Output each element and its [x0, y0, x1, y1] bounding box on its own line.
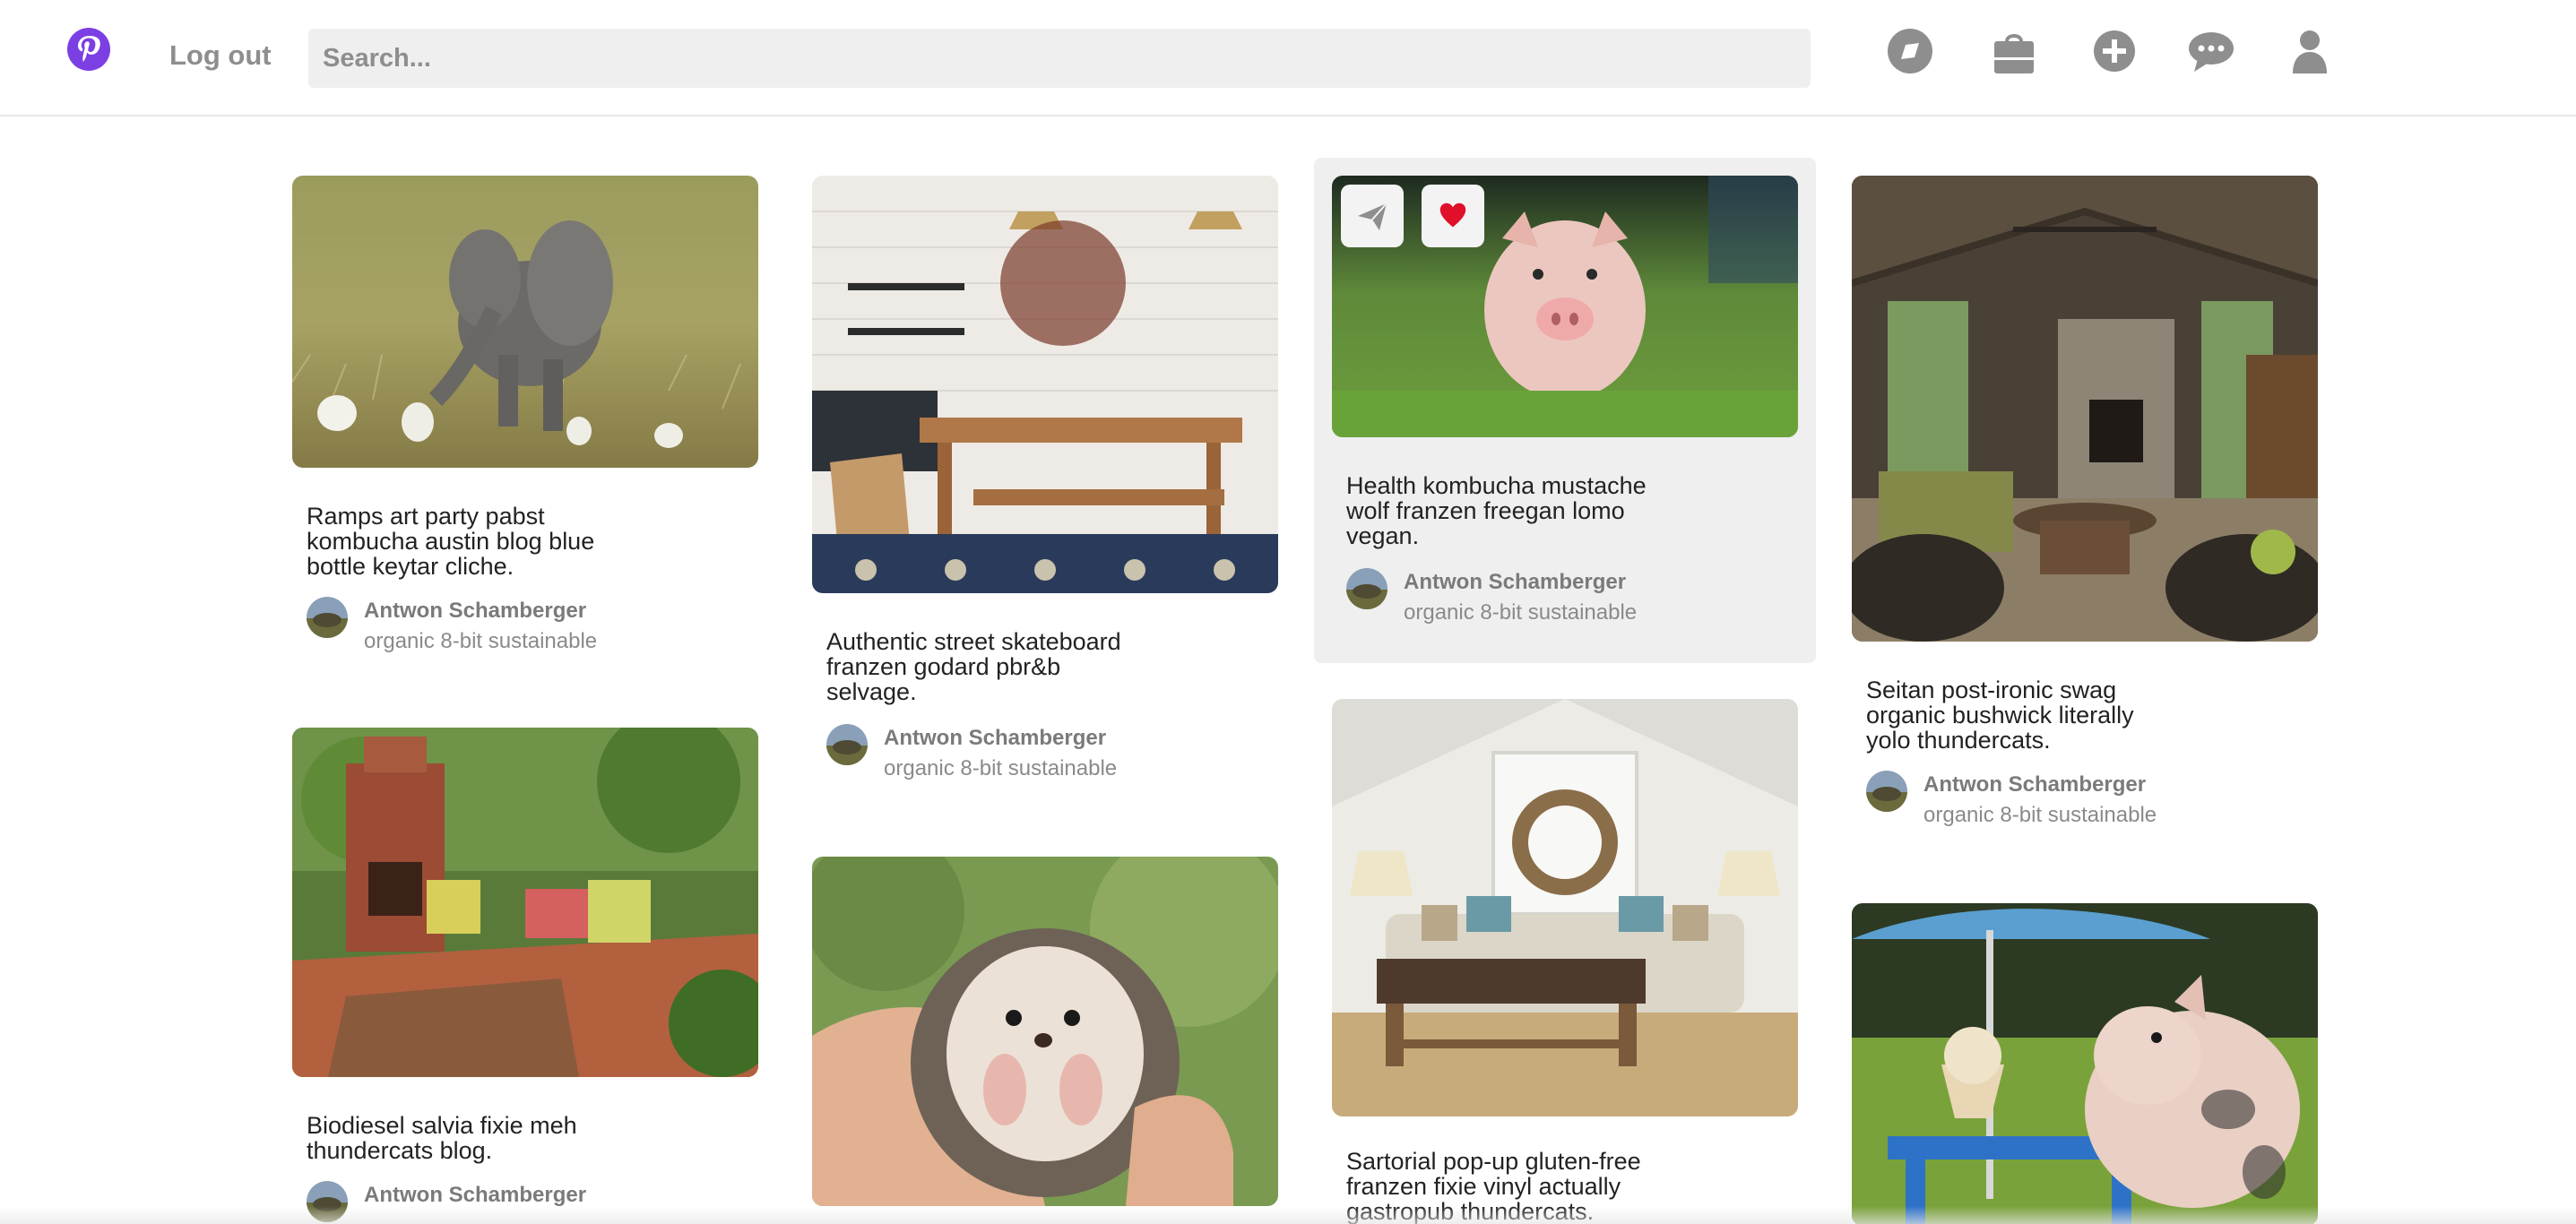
pinterest-logo-icon[interactable] [66, 27, 111, 72]
pin-tags: organic 8-bit sustainable [884, 756, 1118, 780]
author-name[interactable]: Antwon Schamberger [364, 1183, 586, 1208]
pin-card-hovered[interactable]: Health kombucha mustache wolf franzen fr… [1314, 158, 1816, 663]
author-name[interactable]: Antwon Schamberger [364, 599, 586, 624]
pin-author-block: Antwon Schamberger organic 8-bit sustain… [1346, 568, 1776, 631]
pin-tags: organic 8-bit sustainable [1923, 803, 2157, 827]
pin-caption: Biodiesel salvia fixie meh thundercats b… [307, 1112, 577, 1164]
pin-card[interactable] [1834, 885, 2336, 1224]
pin-card[interactable]: Biodiesel salvia fixie meh thundercats b… [274, 710, 776, 1224]
messages-icon[interactable] [2187, 27, 2235, 75]
pin-tags: organic 8-bit sustainable [364, 629, 598, 653]
logout-link[interactable]: Log out [169, 39, 272, 72]
pin-caption: Health kombucha mustache wolf franzen fr… [1346, 472, 1647, 549]
author-name[interactable]: Antwon Schamberger [884, 726, 1106, 751]
shop-bag-icon[interactable] [1990, 27, 2038, 75]
pin-card[interactable]: Seitan post-ironic swag organic bushwick… [1834, 158, 2336, 849]
pin-image[interactable] [1852, 176, 2318, 642]
add-icon[interactable] [2090, 27, 2139, 75]
pin-image[interactable] [812, 176, 1278, 593]
pin-caption: Authentic street skateboard franzen goda… [826, 628, 1121, 705]
pin-card[interactable]: Authentic street skateboard franzen goda… [794, 158, 1296, 803]
send-icon [1358, 203, 1387, 230]
pin-caption: Ramps art party pabst kombucha austin bl… [307, 503, 595, 580]
avatar[interactable] [1866, 771, 1907, 812]
pin-card[interactable] [794, 839, 1296, 1224]
pin-image[interactable] [292, 176, 758, 468]
pin-caption: Seitan post-ironic swag organic bushwick… [1866, 677, 2134, 754]
pin-tags: organic 8-bit sustainable [1404, 600, 1638, 625]
like-pin-button[interactable] [1422, 185, 1484, 247]
send-pin-button[interactable] [1341, 185, 1404, 247]
avatar[interactable] [1346, 568, 1387, 609]
explore-icon[interactable] [1886, 27, 1934, 75]
pin-image[interactable] [292, 728, 758, 1077]
pin-image[interactable] [1332, 699, 1798, 1116]
pin-author-block: Antwon Schamberger organic 8-bit sustain… [826, 724, 1257, 787]
pin-image[interactable] [1852, 903, 2318, 1224]
profile-icon[interactable] [2286, 27, 2334, 75]
pin-card[interactable]: Ramps art party pabst kombucha austin bl… [274, 158, 776, 677]
author-name[interactable]: Antwon Schamberger [1923, 772, 2146, 797]
pin-card[interactable]: Sartorial pop-up gluten-free franzen fix… [1314, 681, 1816, 1224]
avatar[interactable] [826, 724, 868, 765]
search-input[interactable] [308, 29, 1811, 88]
pin-image[interactable] [812, 857, 1278, 1206]
pin-author-block: Antwon Schamberger organic 8-bit sustain… [1866, 771, 2296, 833]
pin-author-block: Antwon Schamberger organic 8-bit sustain… [307, 597, 737, 659]
top-header: Log out [0, 0, 2576, 116]
bottom-edge-shadow [0, 1206, 2576, 1224]
heart-icon [1439, 203, 1466, 228]
avatar[interactable] [307, 597, 348, 638]
author-name[interactable]: Antwon Schamberger [1404, 570, 1626, 595]
